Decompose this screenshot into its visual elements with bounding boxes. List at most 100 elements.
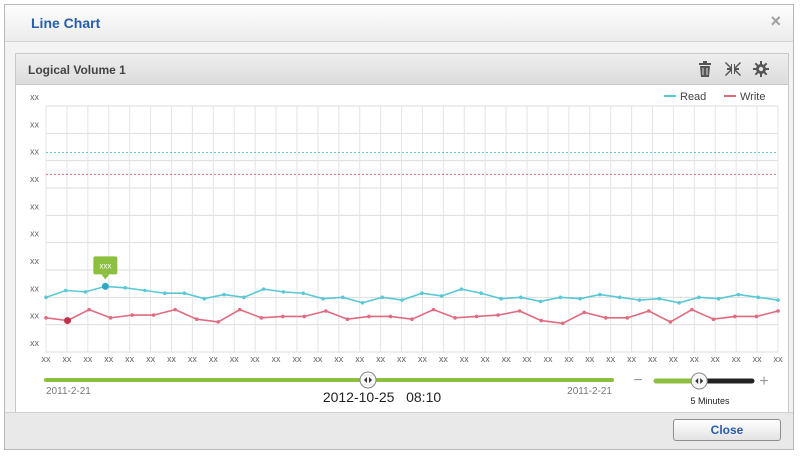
y-tick-label: xx bbox=[30, 201, 40, 211]
x-tick-label: xx bbox=[606, 354, 616, 364]
y-tick-label: xx bbox=[30, 92, 40, 102]
y-tick-label: xx bbox=[30, 338, 40, 348]
time-slider[interactable]: 2011-2-21 2011-2-21 2012-10-25 08:10 bbox=[44, 371, 614, 405]
chart-legend: Read Write bbox=[664, 91, 765, 103]
chart-series bbox=[44, 284, 780, 326]
x-tick-label: xx bbox=[62, 354, 72, 364]
x-tick-label: xx bbox=[251, 354, 261, 364]
collapse-icon[interactable] bbox=[724, 60, 742, 78]
chart-panel: Logical Volume 1 xx xx xx xx xx xx xx xx xx xx xx… bbox=[15, 53, 789, 413]
time-slider-start-label: 2011-2-21 bbox=[46, 386, 91, 397]
data-point-read bbox=[202, 296, 207, 301]
window-close-icon[interactable]: × bbox=[770, 12, 781, 30]
data-point-write bbox=[496, 313, 500, 317]
data-point-read bbox=[222, 292, 226, 297]
data-point-read bbox=[380, 295, 385, 300]
data-point-read bbox=[776, 298, 780, 302]
x-tick-label: xx bbox=[732, 354, 742, 364]
time-slider-end-label: 2011-2-21 bbox=[567, 386, 612, 397]
data-point-read bbox=[123, 285, 127, 290]
data-point-write bbox=[259, 316, 264, 320]
data-point-write bbox=[410, 317, 414, 321]
data-point-read bbox=[716, 296, 721, 301]
data-point-write bbox=[453, 316, 457, 320]
x-tick-label: xx bbox=[104, 354, 114, 364]
data-point-write bbox=[388, 314, 393, 319]
zoom-plus-icon: + bbox=[759, 373, 768, 390]
y-tick-label: xx bbox=[30, 256, 40, 266]
data-point-write bbox=[281, 314, 285, 319]
x-tick-label: xx bbox=[146, 354, 156, 364]
data-point-write bbox=[173, 307, 177, 312]
x-tick-label: xx bbox=[376, 354, 386, 364]
data-point-write bbox=[367, 314, 371, 319]
zoom-slider[interactable]: − + 5 Minutes bbox=[633, 372, 768, 406]
data-point-write bbox=[733, 314, 737, 319]
tooltip-pointer bbox=[101, 274, 110, 280]
panel-title: Logical Volume 1 bbox=[28, 63, 126, 77]
data-point-write bbox=[754, 314, 759, 319]
highlight-write-point bbox=[64, 317, 72, 325]
x-tick-label: xx bbox=[460, 354, 470, 364]
y-tick-label: xx bbox=[30, 147, 40, 157]
data-point-read bbox=[400, 298, 404, 302]
line-chart: xx xx xx xx xx xx xx xx xx xx xx xx xx xx xx xx xx xx xx x… bbox=[30, 91, 783, 406]
x-tick-label: xx bbox=[418, 354, 428, 364]
data-point-write bbox=[474, 314, 479, 319]
window-footer: Close bbox=[5, 412, 793, 449]
zoom-label: 5 Minutes bbox=[690, 396, 730, 406]
y-tick-label: xx bbox=[30, 311, 40, 321]
data-point-write bbox=[625, 316, 630, 320]
data-point-write bbox=[345, 317, 350, 321]
x-tick-label: xx bbox=[543, 354, 553, 364]
data-point-read bbox=[558, 295, 563, 300]
time-slider-thumb[interactable] bbox=[359, 371, 377, 389]
data-point-write bbox=[151, 313, 156, 317]
x-tick-label: xx bbox=[167, 354, 177, 364]
data-point-read bbox=[182, 291, 187, 296]
data-point-read bbox=[321, 296, 325, 301]
y-tick-label: xx bbox=[30, 174, 40, 184]
data-point-write bbox=[324, 309, 328, 313]
data-point-read bbox=[538, 299, 543, 304]
data-point-read bbox=[499, 296, 503, 301]
data-point-write bbox=[87, 307, 91, 312]
legend-read-label: Read bbox=[680, 91, 706, 103]
line-chart-window: Line Chart × Logical Volume 1 xx xx xx xx xx… bbox=[4, 4, 794, 450]
x-tick-label: xx bbox=[627, 354, 637, 364]
data-point-read bbox=[697, 295, 701, 300]
x-tick-label: xx bbox=[292, 354, 302, 364]
data-point-read bbox=[143, 288, 147, 293]
x-tick-label: xx bbox=[272, 354, 282, 364]
y-axis-labels: xx xx xx xx xx xx xx xx xx xx bbox=[30, 92, 40, 348]
data-point-read bbox=[301, 291, 305, 296]
data-point-read bbox=[420, 291, 424, 296]
highlight-point bbox=[101, 282, 109, 290]
x-tick-label: xx bbox=[334, 354, 344, 364]
data-point-write bbox=[216, 320, 221, 324]
data-point-write bbox=[560, 321, 565, 326]
data-point-read bbox=[281, 290, 286, 294]
data-point-read bbox=[756, 295, 761, 300]
zoom-slider-thumb[interactable] bbox=[690, 372, 708, 390]
trash-icon[interactable] bbox=[696, 60, 714, 78]
x-tick-label: xx bbox=[125, 354, 134, 364]
y-tick-label: xx bbox=[30, 283, 40, 293]
x-tick-label: xx bbox=[397, 354, 407, 364]
data-point-read bbox=[63, 288, 68, 293]
data-point-read bbox=[360, 301, 365, 305]
legend-write-label: Write bbox=[740, 91, 765, 103]
x-tick-label: xx bbox=[564, 354, 574, 364]
x-tick-label: xx bbox=[690, 354, 700, 364]
data-point-read bbox=[736, 292, 741, 297]
y-tick-label: xx bbox=[30, 119, 40, 129]
gear-icon[interactable] bbox=[752, 60, 770, 78]
x-tick-label: xx bbox=[648, 354, 658, 364]
close-button[interactable]: Close bbox=[673, 419, 781, 441]
data-point-write bbox=[517, 309, 522, 313]
data-point-read bbox=[519, 295, 523, 300]
data-point-read bbox=[677, 301, 681, 305]
data-point-read bbox=[44, 295, 48, 300]
data-point-write bbox=[711, 317, 716, 321]
data-point-write bbox=[539, 318, 543, 323]
